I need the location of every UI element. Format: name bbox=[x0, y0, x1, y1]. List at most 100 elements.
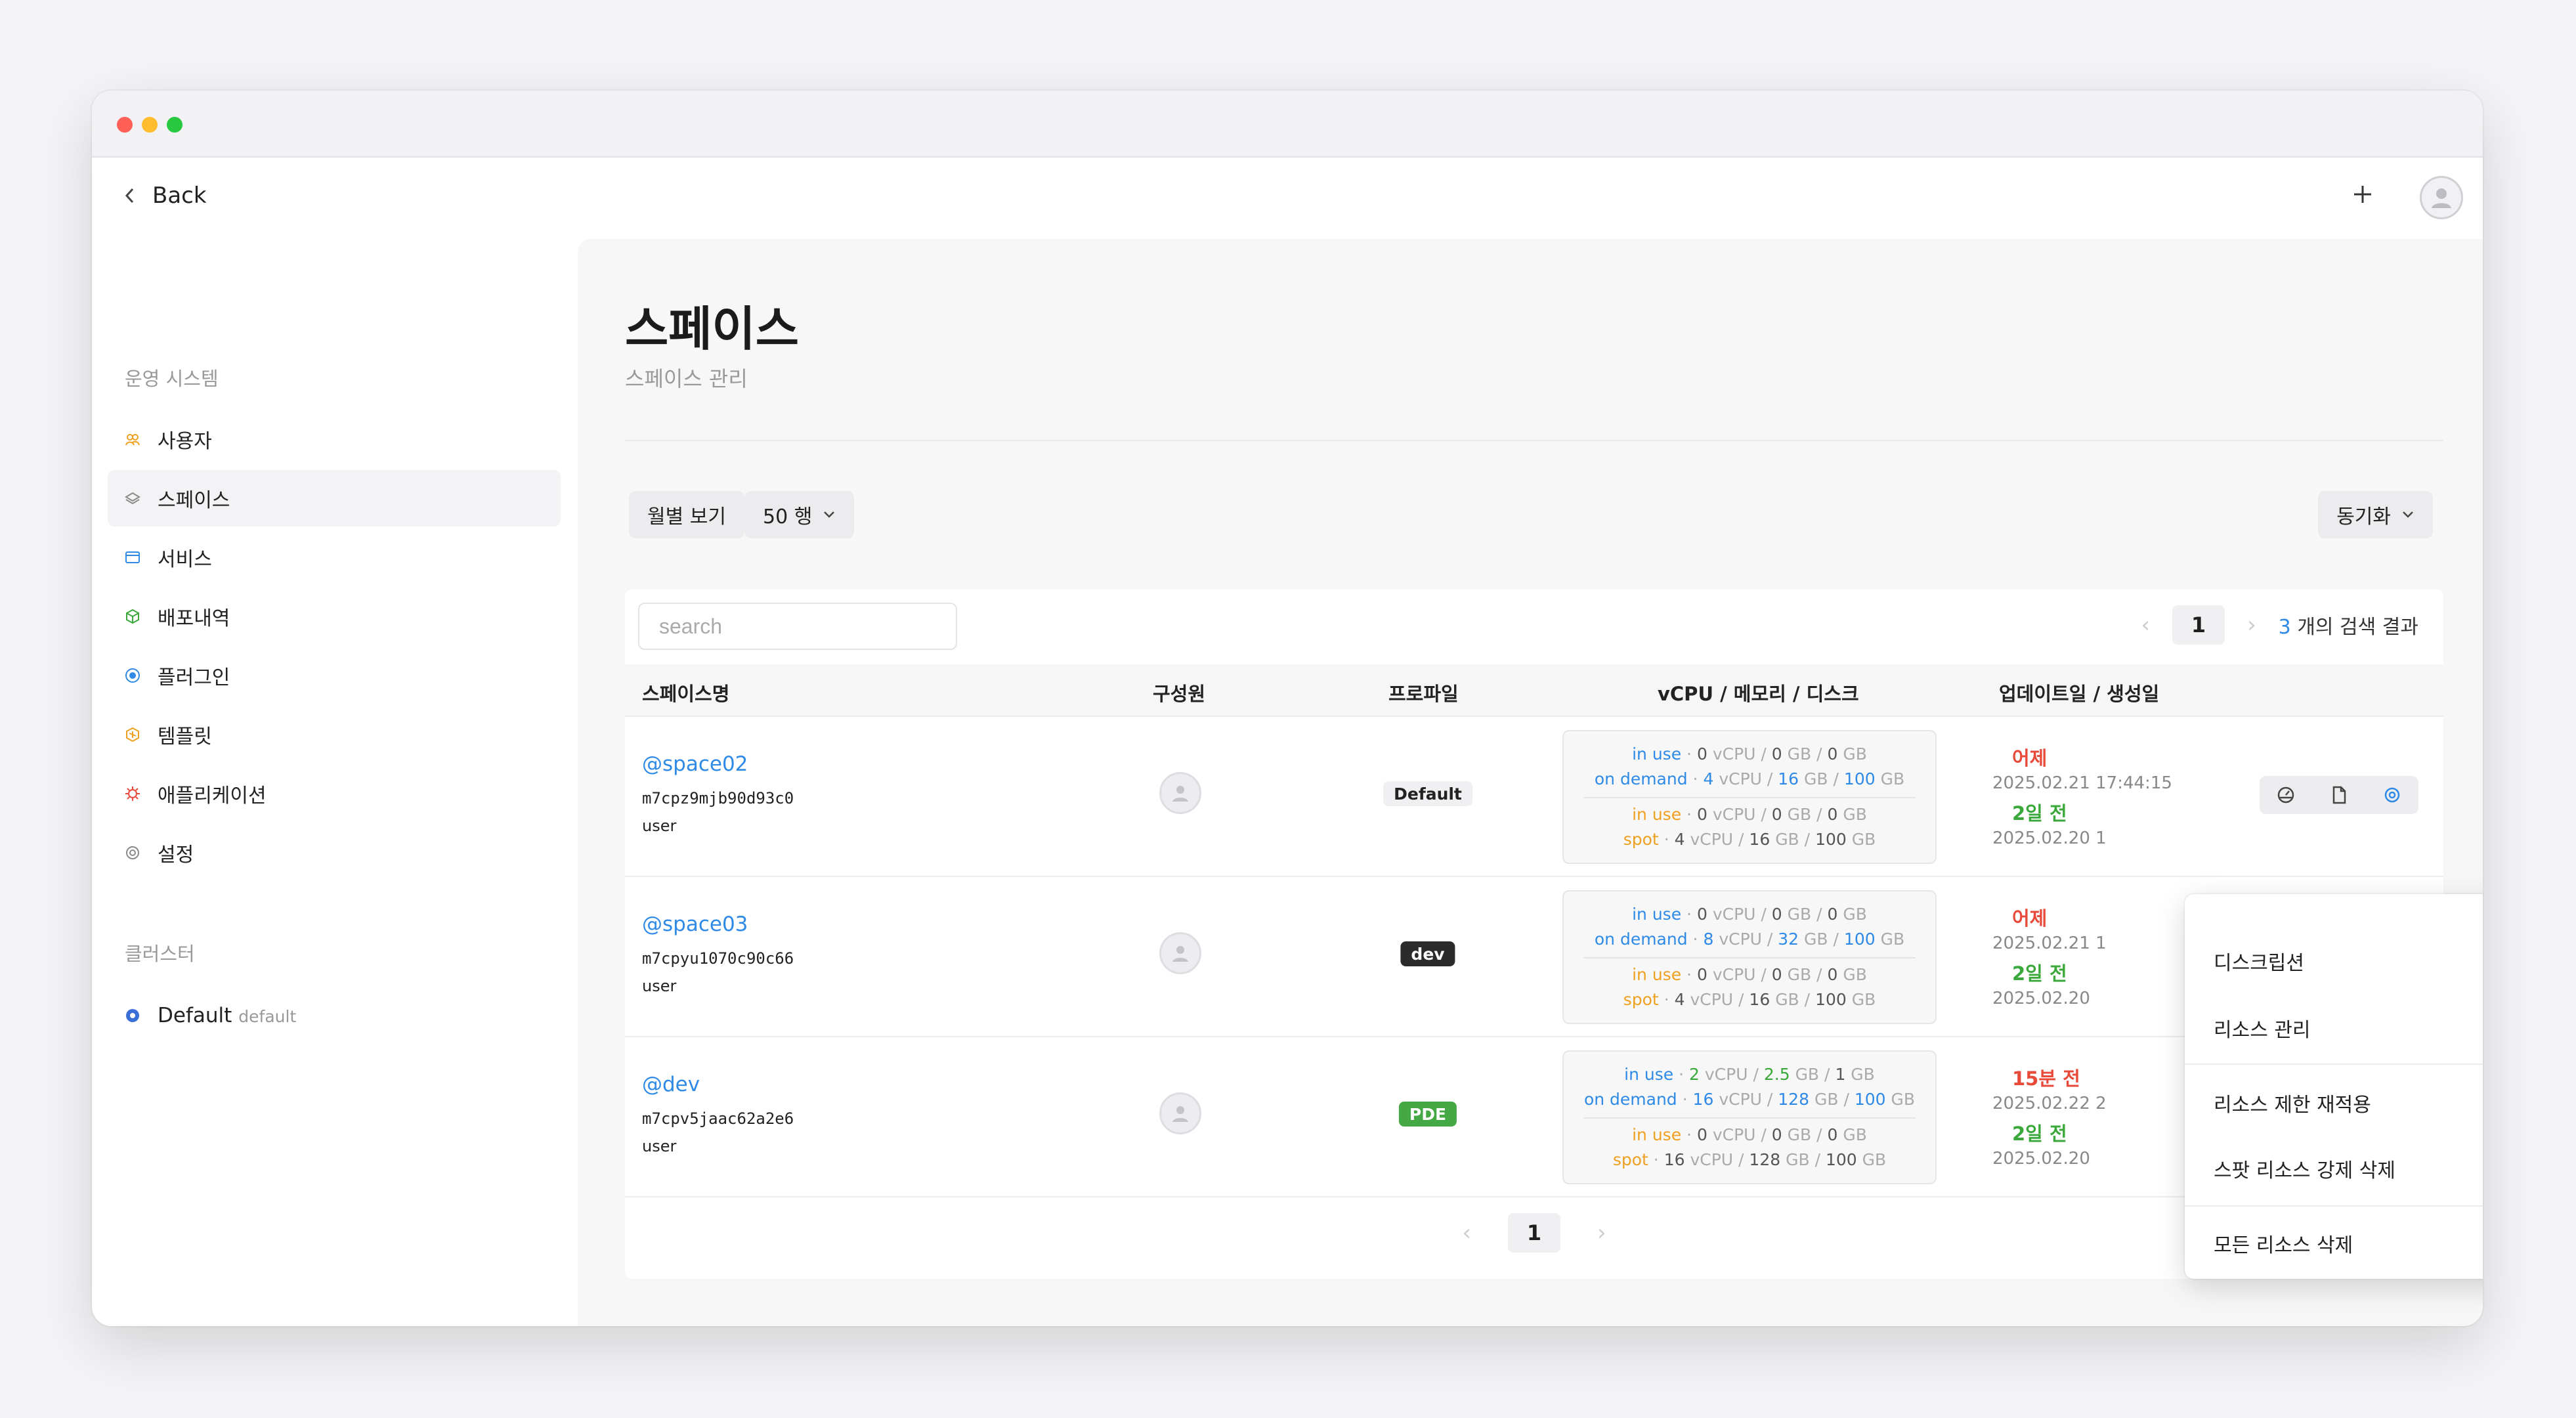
sidebar-item-templates[interactable]: 템플릿 bbox=[108, 706, 561, 763]
member-avatar[interactable] bbox=[1159, 1092, 1201, 1134]
minimize-window-button[interactable] bbox=[142, 117, 158, 133]
resource-line: in use · 0 vCPU / 0 GB / 0 GB bbox=[1632, 905, 1867, 924]
page-number[interactable]: 1 bbox=[2172, 605, 2225, 645]
resource-divider bbox=[1583, 1117, 1916, 1119]
created-relative: 2일 전 bbox=[2012, 962, 2067, 985]
table-row[interactable]: @dev m7cpv5jaac62a2e6 user PDE in use · … bbox=[625, 1037, 2443, 1197]
cluster-label: Default default bbox=[158, 1004, 297, 1027]
top-pagination: ‹ 1 › 3 개의 검색 결과 bbox=[2141, 605, 2418, 645]
sidebar-item-services[interactable]: 서비스 bbox=[108, 529, 561, 586]
resource-line: on demand · 8 vCPU / 32 GB / 100 GB bbox=[1594, 930, 1905, 949]
member-avatar[interactable] bbox=[1159, 772, 1201, 814]
next-page-button[interactable]: › bbox=[2247, 612, 2256, 638]
sidebar-item-applications[interactable]: 애플리케이션 bbox=[108, 765, 561, 822]
resource-line: in use · 0 vCPU / 0 GB / 0 GB bbox=[1632, 965, 1867, 984]
created-at: 2025.02.20 bbox=[1992, 1149, 2090, 1169]
prev-page-button[interactable]: ‹ bbox=[1462, 1220, 1471, 1246]
sidebar-item-cluster-default[interactable]: Default default bbox=[108, 987, 561, 1044]
sidebar-item-spaces[interactable]: 스페이스 bbox=[108, 470, 561, 526]
space-name-link[interactable]: @space03 bbox=[642, 913, 748, 936]
space-role: user bbox=[642, 1137, 677, 1155]
table-row[interactable]: @space03 m7cpyu1070c90c66 user dev in us… bbox=[625, 877, 2443, 1037]
updated-at: 2025.02.21 17:44:15 bbox=[1992, 773, 2172, 793]
menu-item-reapply-resource-limits[interactable]: 리소스 제한 재적용 bbox=[2214, 1088, 2371, 1117]
gear-icon bbox=[125, 845, 140, 861]
updated-at: 2025.02.21 1 bbox=[1992, 934, 2107, 953]
rows-per-page-select[interactable]: 50 행 bbox=[744, 491, 855, 538]
resource-box: in use · 2 vCPU / 2.5 GB / 1 GB on deman… bbox=[1562, 1050, 1937, 1184]
sidebar-item-label: 애플리케이션 bbox=[158, 784, 267, 807]
result-count: 3 개의 검색 결과 bbox=[2278, 616, 2418, 639]
sidebar-item-label: 설정 bbox=[158, 844, 194, 867]
window-icon bbox=[125, 549, 140, 565]
settings-dropdown-menu: 디스크립션 리소스 관리 리소스 제한 재적용 스팟 리소스 강제 삭제 모든 … bbox=[2185, 894, 2483, 1279]
col-dates[interactable]: 업데이트일 / 생성일 bbox=[1999, 679, 2159, 706]
sync-button[interactable]: 동기화 bbox=[2318, 491, 2433, 538]
updated-relative: 15분 전 bbox=[2012, 1067, 2080, 1090]
close-window-button[interactable] bbox=[117, 117, 133, 133]
profile-badge: PDE bbox=[1398, 1102, 1457, 1127]
page-subtitle: 스페이스 관리 bbox=[625, 366, 748, 391]
sidebar-item-settings[interactable]: 설정 bbox=[108, 825, 561, 881]
resource-line: spot · 4 vCPU / 16 GB / 100 GB bbox=[1623, 830, 1876, 849]
monthly-view-button[interactable]: 월별 보기 bbox=[629, 491, 744, 538]
col-members[interactable]: 구성원 bbox=[1153, 679, 1205, 706]
maximize-window-button[interactable] bbox=[167, 117, 182, 133]
col-profile[interactable]: 프로파일 bbox=[1388, 679, 1459, 706]
document-icon[interactable] bbox=[2329, 785, 2349, 805]
cluster-icon bbox=[125, 1008, 140, 1023]
col-space-name[interactable]: 스페이스명 bbox=[642, 679, 729, 706]
sidebar-item-label: 플러그인 bbox=[158, 666, 230, 689]
row-actions bbox=[2260, 776, 2418, 814]
dashboard-icon[interactable] bbox=[2276, 785, 2296, 805]
profile-badge: Default bbox=[1383, 781, 1472, 806]
updated-relative: 어제 bbox=[2012, 907, 2048, 930]
sidebar-item-label: 사용자 bbox=[158, 430, 212, 453]
gear-icon[interactable] bbox=[2382, 785, 2402, 805]
sidebar-item-users[interactable]: 사용자 bbox=[108, 411, 561, 467]
layers-icon bbox=[125, 490, 140, 506]
member-avatar[interactable] bbox=[1159, 932, 1201, 974]
col-resources[interactable]: vCPU / 메모리 / 디스크 bbox=[1658, 679, 1859, 706]
menu-item-force-delete-spot-resources[interactable]: 스팟 리소스 강제 삭제 bbox=[2214, 1154, 2395, 1183]
menu-item-description[interactable]: 디스크립션 bbox=[2214, 947, 2304, 976]
sidebar-section-ops: 운영 시스템 bbox=[125, 368, 219, 390]
page-number[interactable]: 1 bbox=[1508, 1213, 1560, 1253]
chevron-left-icon bbox=[125, 188, 134, 204]
divider bbox=[625, 440, 2443, 441]
add-button[interactable] bbox=[2351, 177, 2374, 213]
resource-line: in use · 0 vCPU / 0 GB / 0 GB bbox=[1632, 805, 1867, 824]
back-button[interactable]: Back bbox=[123, 183, 207, 209]
menu-item-delete-all-resources[interactable]: 모든 리소스 삭제 bbox=[2214, 1229, 2353, 1258]
plugin-icon bbox=[125, 668, 140, 683]
sidebar-item-label: 템플릿 bbox=[158, 725, 212, 748]
app-header: Back bbox=[92, 158, 2483, 239]
sidebar: 운영 시스템 사용자 스페이스 서비스 배포내역 플러그인 템플릿 애플리케이션 bbox=[92, 239, 578, 1326]
sidebar-item-plugins[interactable]: 플러그인 bbox=[108, 647, 561, 704]
menu-divider bbox=[2185, 1064, 2483, 1065]
sidebar-item-label: 배포내역 bbox=[158, 607, 230, 630]
cluster-tag: default bbox=[238, 1007, 297, 1026]
prev-page-button[interactable]: ‹ bbox=[2141, 612, 2150, 638]
table-header: 스페이스명 구성원 프로파일 vCPU / 메모리 / 디스크 업데이트일 / … bbox=[625, 664, 2443, 717]
resource-divider bbox=[1583, 797, 1916, 798]
menu-divider bbox=[2185, 1205, 2483, 1207]
user-avatar[interactable] bbox=[2420, 176, 2463, 219]
sidebar-item-label: 스페이스 bbox=[158, 489, 230, 512]
page-title: 스페이스 bbox=[625, 301, 799, 356]
resource-line: spot · 4 vCPU / 16 GB / 100 GB bbox=[1623, 990, 1876, 1009]
created-relative: 2일 전 bbox=[2012, 1123, 2067, 1145]
search-input[interactable] bbox=[638, 603, 957, 650]
sidebar-item-deployments[interactable]: 배포내역 bbox=[108, 588, 561, 645]
menu-item-resource-management[interactable]: 리소스 관리 bbox=[2214, 1014, 2311, 1042]
space-name-link[interactable]: @dev bbox=[642, 1073, 700, 1096]
next-page-button[interactable]: › bbox=[1597, 1220, 1606, 1246]
resource-box: in use · 0 vCPU / 0 GB / 0 GB on demand … bbox=[1562, 730, 1937, 864]
updated-relative: 어제 bbox=[2012, 747, 2048, 769]
space-role: user bbox=[642, 817, 677, 835]
person-icon bbox=[2432, 188, 2451, 208]
table-row[interactable]: @space02 m7cpz9mjb90d93c0 user Default i… bbox=[625, 717, 2443, 877]
plus-icon bbox=[2354, 186, 2371, 203]
space-name-link[interactable]: @space02 bbox=[642, 752, 748, 776]
box-icon bbox=[125, 609, 140, 624]
